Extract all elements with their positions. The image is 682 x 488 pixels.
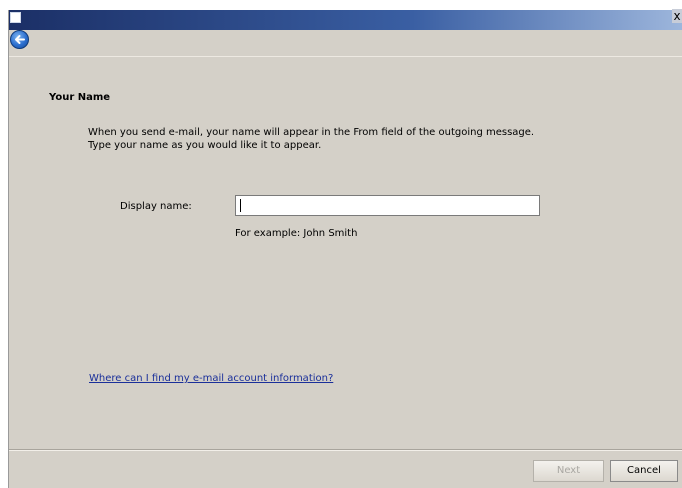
next-button[interactable]: Next <box>533 460 604 482</box>
wizard-window: x Your Name When you send e-mail, your n… <box>8 9 682 488</box>
close-button[interactable]: x <box>672 9 682 23</box>
example-text: For example: John Smith <box>235 228 358 239</box>
back-arrow-icon[interactable] <box>10 30 29 49</box>
help-link[interactable]: Where can I find my e-mail account infor… <box>89 373 333 384</box>
title-bar: x <box>9 9 682 30</box>
window-icon[interactable] <box>10 12 21 23</box>
description-line-2: Type your name as you would like it to a… <box>88 140 322 151</box>
text-caret <box>240 199 241 212</box>
footer-divider-highlight <box>9 450 682 451</box>
display-name-label: Display name: <box>120 201 192 212</box>
page-heading: Your Name <box>49 92 111 103</box>
display-name-input[interactable] <box>235 195 540 216</box>
cancel-button[interactable]: Cancel <box>610 460 678 482</box>
description-line-1: When you send e-mail, your name will app… <box>88 127 535 138</box>
header-divider <box>9 56 682 57</box>
